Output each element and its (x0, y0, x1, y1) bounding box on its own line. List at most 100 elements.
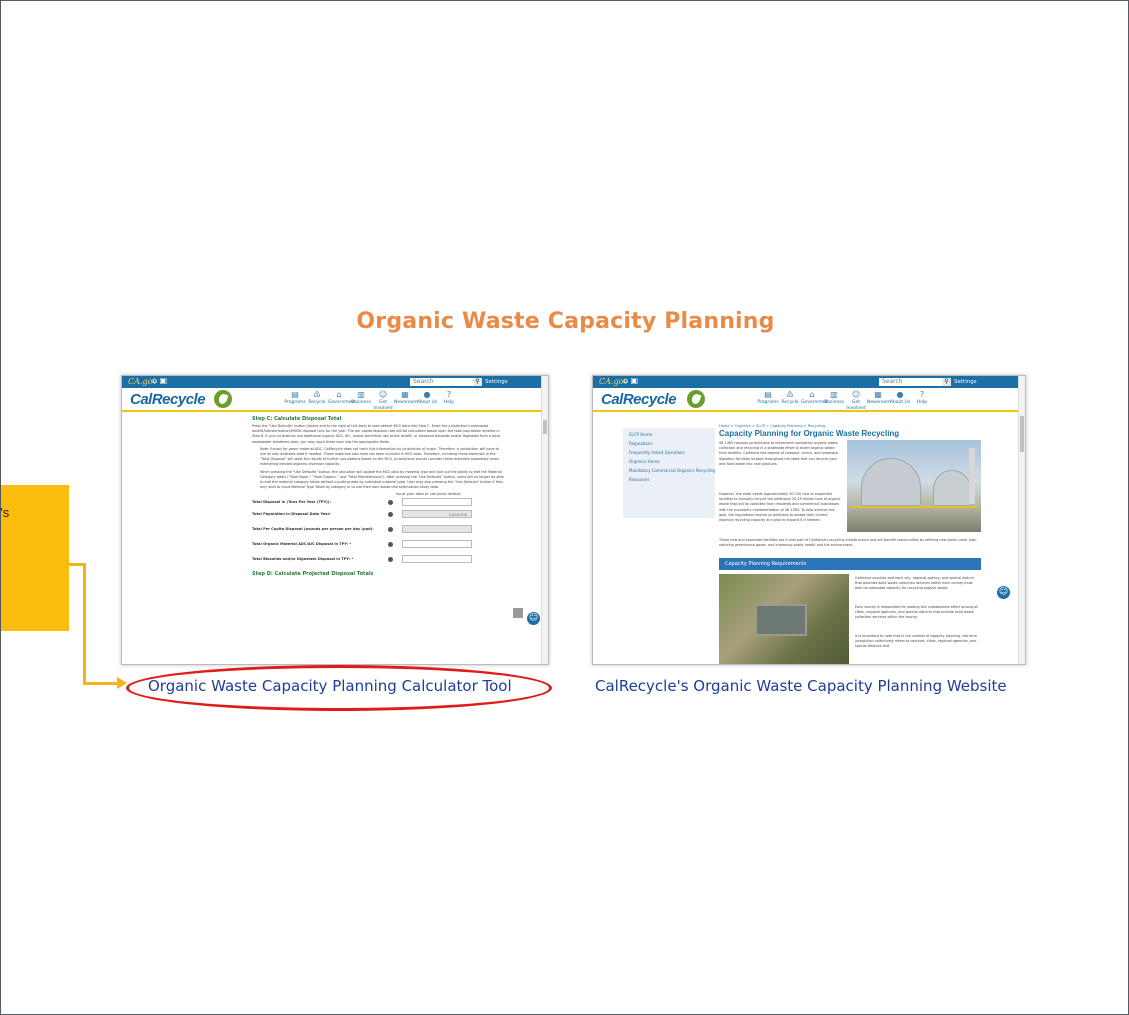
nav-programs[interactable]: ▤ Programs (284, 389, 306, 412)
utility-bar: CA.gov ⌂ ▣ Search ⚲ Settings (122, 376, 548, 388)
pond (755, 604, 807, 636)
website-link[interactable]: CalRecycle's Organic Waste Capacity Plan… (595, 677, 1007, 695)
scrollbar-thumb[interactable] (543, 420, 547, 434)
info-icon: ● (423, 390, 431, 399)
nav-help[interactable]: ? Help (438, 389, 460, 412)
connector-line (83, 563, 86, 685)
callout-line-1: e's (0, 505, 10, 520)
nav-label: Get Involved (846, 400, 866, 411)
side-link[interactable]: Frequently Asked Questions (629, 450, 715, 455)
nav-recycle[interactable]: ♳ Recycle (306, 389, 328, 412)
per-capita-input[interactable] (402, 525, 472, 534)
document-icon: ▤ (291, 390, 299, 399)
nav-recycle[interactable]: ♳ Recycle (779, 389, 801, 412)
capitol-icon: ⌂ (809, 390, 815, 399)
facility-aerial-photo (719, 574, 849, 664)
site-navbar: CalRecycle ▤ Programs ♳ Recycle ⌂ Governmen… (593, 388, 1025, 412)
site-navbar: CalRecycle ▤ Programs ♳ Recycle ⌂ Governmen… (122, 388, 548, 412)
field-label: Total Disposal in (Tons Per Year (TPY)): (252, 500, 331, 505)
search-icon[interactable]: ⚲ (942, 378, 951, 386)
biosolids-input[interactable] (402, 555, 472, 564)
nav-programs[interactable]: ▤ Programs (757, 389, 779, 412)
form-row: Total Organic Material ADC/AIC Disposal … (252, 539, 506, 554)
help-icon[interactable] (388, 527, 393, 533)
nav-newsroom[interactable]: ▦ Newsroom (394, 389, 418, 412)
scrollbar[interactable] (1018, 376, 1025, 664)
form-row: Total Biosolids and/or Digestate Disposa… (252, 554, 506, 569)
digester-tank (861, 458, 921, 506)
nav-label: Newsroom (867, 400, 891, 405)
nav-label: Get Involved (373, 400, 393, 411)
nav-government[interactable]: ⌂ Government (801, 389, 829, 412)
main-nav: ▤ Programs ♳ Recycle ⌂ Government ▥ Business… (757, 389, 933, 412)
building-icon: ▥ (830, 390, 838, 399)
back-to-top-button[interactable] (513, 608, 523, 618)
accessibility-icon[interactable]: ☺ (997, 586, 1010, 599)
nav-label: Newsroom (394, 400, 418, 405)
field-label: Total Per Capita Disposal (pounds per pe… (252, 527, 374, 532)
help-icon[interactable] (388, 542, 393, 548)
requirement-paragraph: California counties and each city, regio… (855, 576, 975, 591)
settings-link[interactable]: Settings (485, 378, 508, 386)
nav-label: Business (824, 400, 844, 405)
calrecycle-logo[interactable]: CalRecycle (601, 391, 677, 408)
newspaper-icon: ▦ (874, 390, 882, 399)
page-left-margin (122, 414, 246, 664)
nav-business[interactable]: ▥ Business (823, 389, 845, 412)
nav-label: About Us (416, 400, 438, 405)
home-icon: ⌂ ▣ (152, 376, 168, 385)
people-icon: ☺ (851, 390, 861, 399)
search-icon[interactable]: ⚲ (473, 378, 482, 386)
document-icon: ▤ (764, 390, 772, 399)
slide-frame: Organic Waste Capacity Planning e's g CA… (0, 0, 1129, 1015)
website-screenshot[interactable]: CA.gov ⌂ ▣ Search ⚲ Settings CalRecycle … (592, 375, 1026, 665)
intro-paragraph: SB 1383 requires jurisdictions to implem… (719, 441, 839, 466)
scrollbar[interactable] (541, 376, 548, 664)
side-link[interactable]: Mandatory Commercial Organics Recycling (629, 468, 715, 473)
nav-label: Help (916, 400, 928, 405)
benefits-paragraph: These new and expanded facilities are a … (719, 538, 977, 548)
nav-help[interactable]: ? Help (911, 389, 933, 412)
side-link[interactable]: Organics Home (629, 459, 715, 464)
settings-link[interactable]: Settings (954, 378, 977, 386)
breadcrumb[interactable]: Home > Organics > SLCP > Capacity Planni… (719, 424, 825, 428)
nav-get-involved[interactable]: ☺ Get Involved (372, 389, 394, 412)
search-input[interactable]: Search (879, 378, 942, 386)
requirement-paragraph: Each county is responsible for leading t… (855, 605, 978, 620)
defaults-bullet: When pressing the "Use Defaults" button,… (260, 469, 504, 490)
help-icon[interactable] (388, 512, 393, 518)
nav-business[interactable]: ▥ Business (350, 389, 372, 412)
calrecycle-logo[interactable]: CalRecycle (130, 391, 206, 408)
side-link[interactable]: Resources (629, 477, 715, 482)
nav-about[interactable]: ● About Us (416, 389, 438, 412)
calrecycle-leaf-icon (687, 390, 705, 408)
help-icon[interactable] (388, 500, 393, 506)
nav-about[interactable]: ● About Us (889, 389, 911, 412)
calrecycle-leaf-icon (214, 390, 232, 408)
nav-newsroom[interactable]: ▦ Newsroom (867, 389, 891, 412)
organic-adc-input[interactable] (402, 540, 472, 549)
help-icon[interactable] (388, 557, 393, 563)
side-nav: SLCP Home Regulations Frequently Asked Q… (623, 428, 715, 518)
nav-government[interactable]: ⌂ Government (328, 389, 356, 412)
scrollbar-thumb[interactable] (1020, 416, 1024, 452)
calculator-form: Step C: Calculate Disposal Total Press t… (246, 414, 512, 664)
step-c-heading: Step C: Calculate Disposal Total (252, 416, 342, 422)
nav-label: About Us (889, 400, 911, 405)
population-input[interactable]: 2,000,000 (402, 510, 472, 519)
info-icon: ● (896, 390, 904, 399)
form-row: Total Population in Disposal Data Year: … (252, 509, 506, 524)
search-input[interactable]: Search (410, 378, 473, 386)
calculator-tool-screenshot[interactable]: CA.gov ⌂ ▣ Search ⚲ Settings CalRecycle … (121, 375, 549, 665)
accessibility-icon[interactable]: ☺ (527, 612, 540, 625)
building-icon: ▥ (357, 390, 365, 399)
nav-get-involved[interactable]: ☺ Get Involved (845, 389, 867, 412)
total-disposal-input[interactable] (402, 498, 472, 507)
requirements-banner: Capacity Planning Requirements (719, 558, 981, 570)
side-link[interactable]: Regulations (629, 441, 715, 446)
digester-tank (933, 470, 971, 506)
form-row: Total Per Capita Disposal (pounds per pe… (252, 524, 506, 539)
callout-box: e's g (0, 485, 69, 631)
side-link[interactable]: SLCP Home (629, 432, 715, 437)
slide-title: Organic Waste Capacity Planning (356, 309, 775, 334)
